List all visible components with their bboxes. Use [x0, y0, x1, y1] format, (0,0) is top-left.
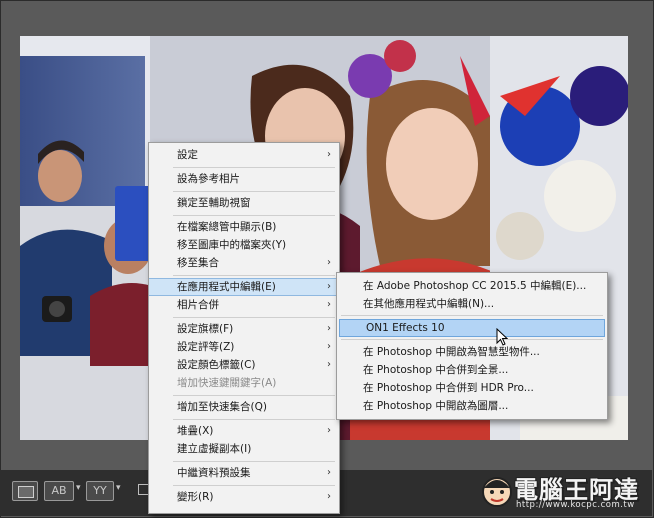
- chevron-right-icon: ›: [327, 425, 331, 436]
- before-after-button[interactable]: YY: [86, 481, 114, 501]
- mouse-cursor-icon: [496, 328, 508, 346]
- edit-in-submenu: 在 Adobe Photoshop CC 2015.5 中編輯(E)... 在其…: [336, 272, 608, 420]
- menu-item-settings[interactable]: 設定 ›: [149, 146, 339, 164]
- menu-separator: [173, 275, 335, 276]
- compare-view-button[interactable]: AB: [44, 481, 74, 501]
- menu-item-transform[interactable]: 變形(R) ›: [149, 488, 339, 506]
- menu-item-add-to-quick-collection[interactable]: 增加至快速集合(Q): [149, 398, 339, 416]
- menu-separator: [341, 315, 603, 316]
- submenu-item-open-as-layers[interactable]: 在 Photoshop 中開啟為圖層...: [337, 397, 607, 415]
- submenu-item-on1-effects[interactable]: ON1 Effects 10: [339, 319, 605, 337]
- chevron-right-icon: ›: [327, 359, 331, 370]
- menu-item-add-shortcut-keyword: 增加快速鍵關鍵字(A): [177, 377, 277, 389]
- before-after-dropdown-caret[interactable]: ▾: [116, 483, 121, 493]
- chevron-right-icon: ›: [327, 299, 331, 310]
- loupe-icon: [18, 486, 34, 498]
- menu-item-photo-merge[interactable]: 相片合併 ›: [149, 296, 339, 314]
- chevron-right-icon: ›: [327, 341, 331, 352]
- menu-item-metadata-presets[interactable]: 中繼資料預設集 ›: [149, 464, 339, 482]
- menu-item-create-virtual-copy[interactable]: 建立虛擬副本(I): [149, 440, 339, 458]
- menu-separator: [173, 167, 335, 168]
- loupe-view-button[interactable]: [12, 481, 38, 501]
- chevron-right-icon: ›: [327, 323, 331, 334]
- submenu-item-merge-panorama[interactable]: 在 Photoshop 中合併到全景...: [337, 361, 607, 379]
- menu-item-go-to-collection[interactable]: 移至集合 ›: [149, 254, 339, 272]
- submenu-item-edit-photoshop[interactable]: 在 Adobe Photoshop CC 2015.5 中編輯(E)...: [337, 277, 607, 295]
- submenu-item-edit-other-app[interactable]: 在其他應用程式中編輯(N)...: [337, 295, 607, 313]
- menu-item-stacking[interactable]: 堆疊(X) ›: [149, 422, 339, 440]
- menu-separator: [173, 419, 335, 420]
- compare-dropdown-caret[interactable]: ▾: [76, 483, 81, 493]
- watermark-url: http://www.kocpc.com.tw: [516, 500, 635, 510]
- menu-item-set-rating[interactable]: 設定評等(Z) ›: [149, 338, 339, 356]
- menu-separator: [173, 461, 335, 462]
- submenu-item-merge-hdr[interactable]: 在 Photoshop 中合併到 HDR Pro...: [337, 379, 607, 397]
- chevron-right-icon: ›: [327, 281, 331, 292]
- menu-item-set-color-label[interactable]: 設定顏色標籤(C) ›: [149, 356, 339, 374]
- chevron-right-icon: ›: [327, 491, 331, 502]
- menu-item-show-in-explorer[interactable]: 在檔案總管中顯示(B): [149, 218, 339, 236]
- menu-separator: [341, 339, 603, 340]
- menu-item-lock-secondary-window[interactable]: 鎖定至輔助視窗: [149, 194, 339, 212]
- mascot-logo-icon: [482, 477, 512, 507]
- menu-item-set-reference-photo[interactable]: 設為參考相片: [149, 170, 339, 188]
- menu-separator: [173, 317, 335, 318]
- menu-item-edit-in[interactable]: 在應用程式中編輯(E) ›: [149, 278, 339, 296]
- site-watermark: 電腦王阿達 http://www.kocpc.com.tw: [478, 468, 648, 514]
- menu-separator: [173, 191, 335, 192]
- chevron-right-icon: ›: [327, 257, 331, 268]
- menu-separator: [173, 485, 335, 486]
- menu-separator: [173, 215, 335, 216]
- submenu-item-open-smart-object[interactable]: 在 Photoshop 中開啟為智慧型物件...: [337, 343, 607, 361]
- context-menu: 設定 › 設為參考相片 鎖定至輔助視窗 在檔案總管中顯示(B) 移至圖庫中的檔案夾…: [148, 142, 340, 514]
- chevron-right-icon: ›: [327, 467, 331, 478]
- menu-separator: [173, 395, 335, 396]
- menu-item-go-to-folder[interactable]: 移至圖庫中的檔案夾(Y): [149, 236, 339, 254]
- menu-item-set-flag[interactable]: 設定旗標(F) ›: [149, 320, 339, 338]
- chevron-right-icon: ›: [327, 149, 331, 160]
